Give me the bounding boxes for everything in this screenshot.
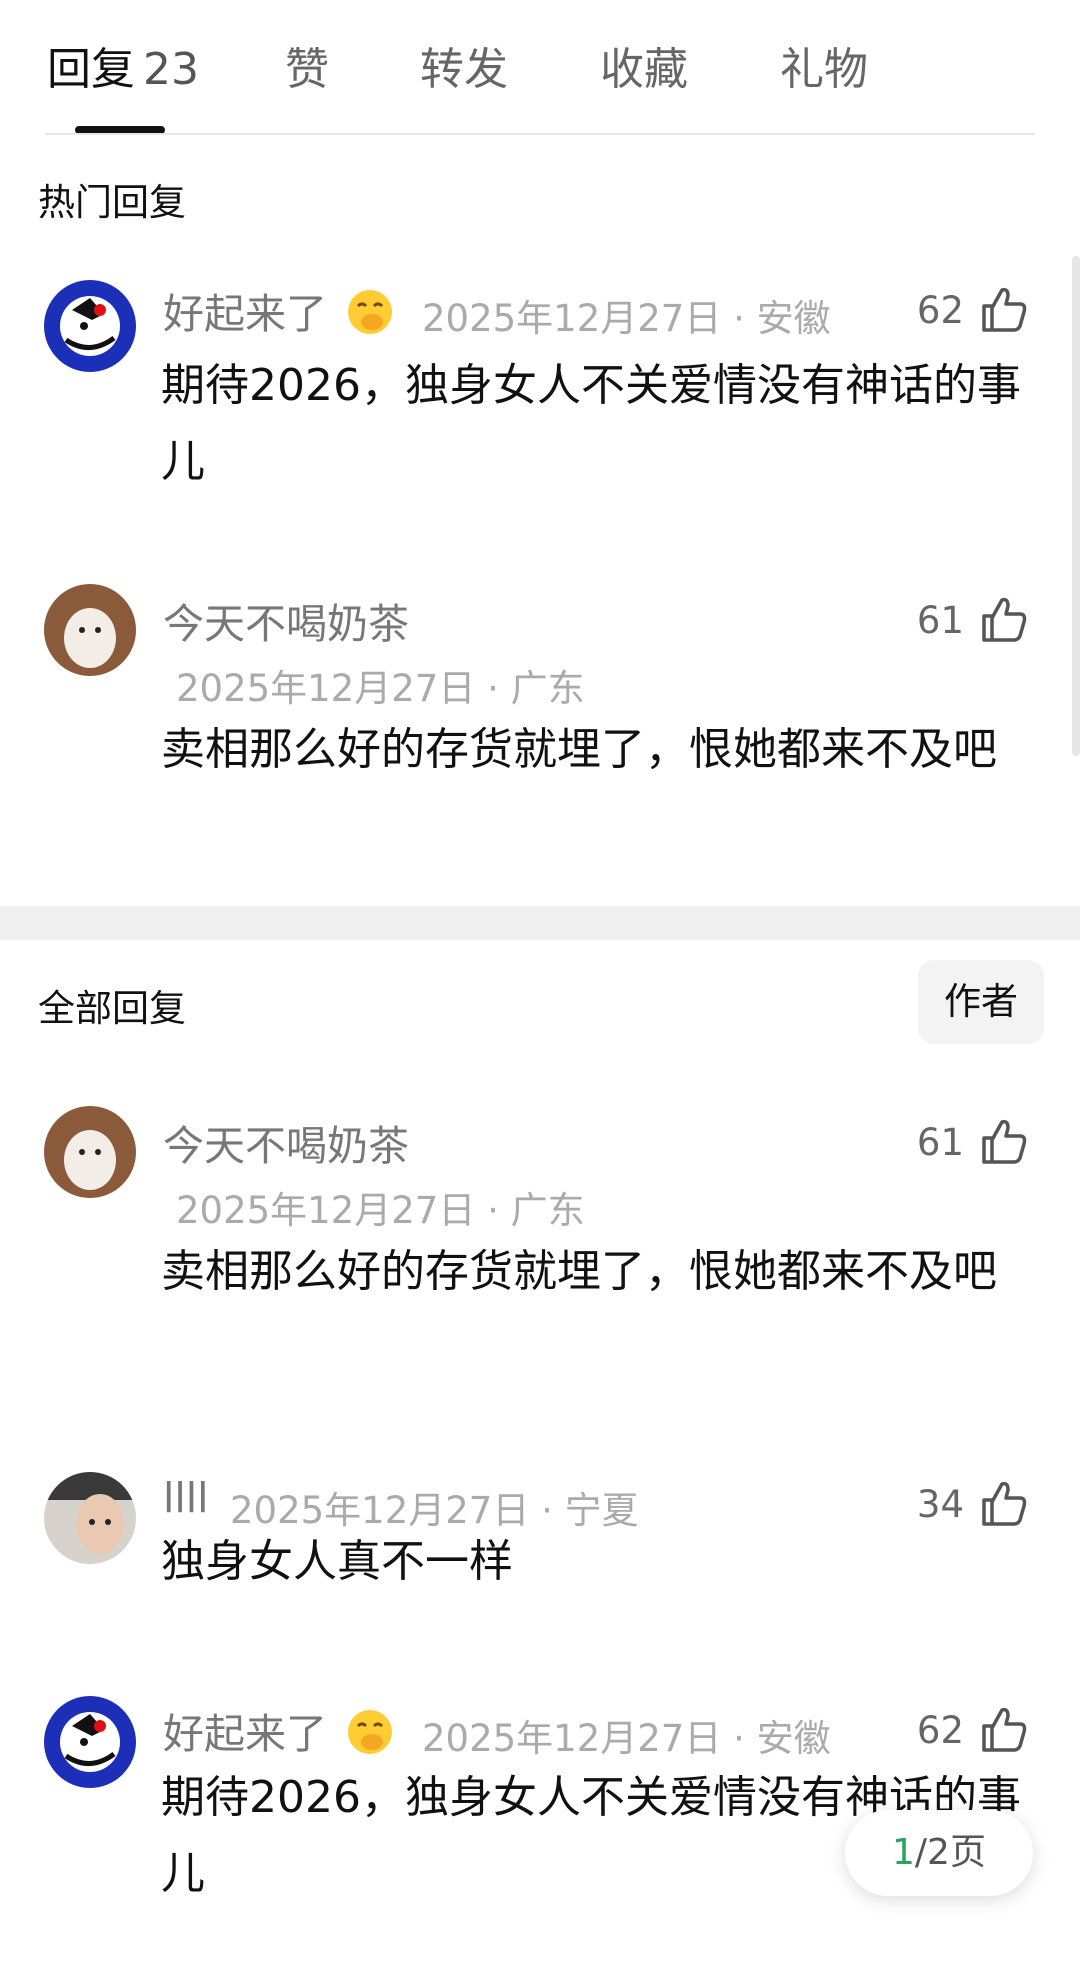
tab-likes[interactable]: 赞 [285, 40, 329, 100]
comments-page: 回复 23 赞 转发 收藏 礼物 热门回复 好起来了 2025年12月27日 ·… [0, 0, 1080, 1968]
tab-favorites[interactable]: 收藏 [600, 40, 688, 100]
like-count: 61 [916, 1120, 964, 1164]
comment-username[interactable]: 好起来了 [163, 1700, 394, 1760]
comment-text: 独身女人真不一样 [161, 1536, 513, 1587]
total-pages: /2页 [914, 1832, 986, 1873]
current-page: 1 [892, 1832, 915, 1873]
hot-replies-title: 热门回复 [38, 181, 186, 224]
avatar-cartoon-image [44, 1696, 136, 1788]
thumbs-up-icon [982, 597, 1027, 642]
tab-replies[interactable]: 回复 23 [47, 40, 199, 100]
tab-gifts[interactable]: 礼物 [780, 40, 868, 100]
comment-meta: 2025年12月27日 · 广东 [176, 1189, 585, 1232]
hand-over-mouth-emoji-icon [348, 290, 393, 334]
all-replies-title: 全部回复 [38, 987, 186, 1030]
like-count: 62 [916, 1708, 964, 1752]
like-count: 61 [916, 598, 964, 642]
comment-text: 卖相那么好的存货就埋了，恨她都来不及吧 [161, 1246, 997, 1297]
tab-divider [45, 133, 1035, 135]
comment-username[interactable]: 好起来了 [163, 280, 394, 340]
avatar-cartoon-image [44, 280, 136, 372]
avatar-toy-image [44, 1106, 136, 1198]
scrollbar[interactable] [1072, 256, 1080, 756]
tab-replies-count: 23 [143, 44, 199, 95]
comment-text: 卖相那么好的存货就埋了，恨她都来不及吧 [161, 724, 997, 775]
like-count: 62 [916, 288, 964, 332]
like-button[interactable]: 62 [917, 1702, 1030, 1758]
comment-username[interactable]: 今天不喝奶茶 [163, 590, 409, 650]
avatar[interactable] [44, 1472, 136, 1564]
hand-over-mouth-emoji-icon [348, 1710, 393, 1754]
avatar-toy-image [44, 584, 136, 676]
avatar[interactable] [44, 1696, 136, 1788]
username-text: 好起来了 [163, 1710, 327, 1758]
username-text: 好起来了 [163, 290, 327, 338]
comment-username[interactable]: llll [163, 1474, 209, 1522]
thumbs-up-icon [982, 1481, 1027, 1526]
comment-meta: 2025年12月27日 · 广东 [176, 667, 585, 710]
avatar-photo-image [44, 1472, 136, 1564]
tab-reposts[interactable]: 转发 [420, 40, 508, 100]
comment-meta: 2025年12月27日 · 安徽 [422, 297, 831, 340]
thumbs-up-icon [982, 1707, 1027, 1752]
thumbs-up-icon [982, 287, 1027, 332]
comment-meta: 2025年12月27日 · 安徽 [422, 1717, 831, 1760]
comment-text: 期待2026，独身女人不关爱情没有神话的事儿 [161, 360, 1021, 487]
avatar[interactable] [44, 1106, 136, 1198]
like-button[interactable]: 62 [917, 282, 1030, 338]
thumbs-up-icon [982, 1119, 1027, 1164]
tab-bar: 回复 23 赞 转发 收藏 礼物 [0, 0, 1080, 135]
like-button[interactable]: 61 [917, 1114, 1030, 1170]
author-filter-button[interactable]: 作者 [918, 960, 1044, 1044]
tab-replies-label: 回复 [47, 44, 135, 95]
comment-username[interactable]: 今天不喝奶茶 [163, 1112, 409, 1172]
page-indicator[interactable]: 1/2页 [845, 1810, 1033, 1896]
avatar[interactable] [44, 584, 136, 676]
section-separator [0, 906, 1080, 940]
like-count: 34 [916, 1482, 964, 1526]
avatar[interactable] [44, 280, 136, 372]
like-button[interactable]: 61 [917, 592, 1030, 648]
